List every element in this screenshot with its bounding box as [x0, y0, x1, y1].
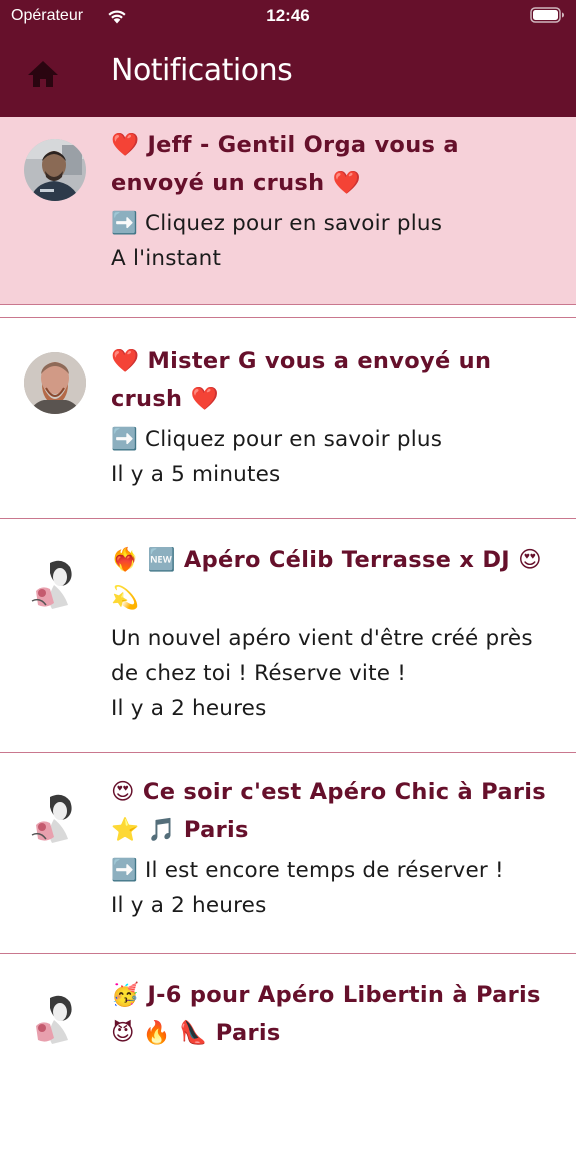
notification-title: 😍 Ce soir c'est Apéro Chic à Paris ⭐ 🎵 P…: [111, 779, 546, 843]
status-bar: Opérateur 12:46: [0, 0, 576, 34]
notification-body: ➡️ Cliquez pour en savoir plus: [111, 427, 443, 452]
notification-body: ➡️ Il est encore temps de réserver !: [111, 858, 504, 883]
app-header: Opérateur 12:46 Notifications: [0, 0, 576, 117]
avatar-mister-g: [24, 352, 86, 414]
notification-title: 🥳 J-6 pour Apéro Libertin à Paris 😈 🔥 👠 …: [111, 982, 541, 1046]
notification-item[interactable]: ❤️‍🔥 🆕 Apéro Célib Terrasse x DJ 😍 💫 Un …: [0, 519, 576, 753]
battery-icon: [530, 7, 564, 23]
notification-item[interactable]: 🥳 J-6 pour Apéro Libertin à Paris 😈 🔥 👠 …: [0, 954, 576, 1154]
notification-item[interactable]: ❤️ Jeff - Gentil Orga vous a envoyé un c…: [0, 117, 576, 305]
notification-body: Un nouvel apéro vient d'être créé près d…: [111, 626, 533, 686]
notification-time: Il y a 5 minutes: [111, 462, 281, 487]
notification-content: 😍 Ce soir c'est Apéro Chic à Paris ⭐ 🎵 P…: [111, 773, 551, 923]
avatar-vintage-woman: [24, 787, 86, 849]
nav-bar: Notifications: [0, 34, 576, 117]
notification-title: ❤️ Mister G vous a envoyé un crush ❤️: [111, 348, 492, 412]
home-icon[interactable]: [24, 56, 62, 92]
avatar-jeff: [24, 139, 86, 201]
notification-content: ❤️‍🔥 🆕 Apéro Célib Terrasse x DJ 😍 💫 Un …: [111, 541, 551, 726]
avatar-vintage-woman: [24, 988, 86, 1050]
notification-title: ❤️ Jeff - Gentil Orga vous a envoyé un c…: [111, 132, 459, 196]
notification-item[interactable]: 😍 Ce soir c'est Apéro Chic à Paris ⭐ 🎵 P…: [0, 753, 576, 954]
status-time: 12:46: [266, 6, 310, 25]
notification-time: A l'instant: [111, 246, 222, 271]
page-title: Notifications: [111, 53, 293, 88]
notification-title: ❤️‍🔥 🆕 Apéro Célib Terrasse x DJ 😍 💫: [111, 547, 542, 611]
notification-body: ➡️ Cliquez pour en savoir plus: [111, 211, 443, 236]
notification-time: Il y a 2 heures: [111, 893, 267, 918]
notification-time: Il y a 2 heures: [111, 696, 267, 721]
notification-item[interactable]: ❤️ Mister G vous a envoyé un crush ❤️ ➡️…: [0, 317, 576, 519]
notification-content: ❤️ Mister G vous a envoyé un crush ❤️ ➡️…: [111, 342, 551, 492]
avatar-vintage-woman: [24, 553, 86, 615]
notification-list: ❤️ Jeff - Gentil Orga vous a envoyé un c…: [0, 117, 576, 1154]
notification-content: 🥳 J-6 pour Apéro Libertin à Paris 😈 🔥 👠 …: [111, 976, 551, 1052]
notification-content: ❤️ Jeff - Gentil Orga vous a envoyé un c…: [111, 126, 551, 276]
